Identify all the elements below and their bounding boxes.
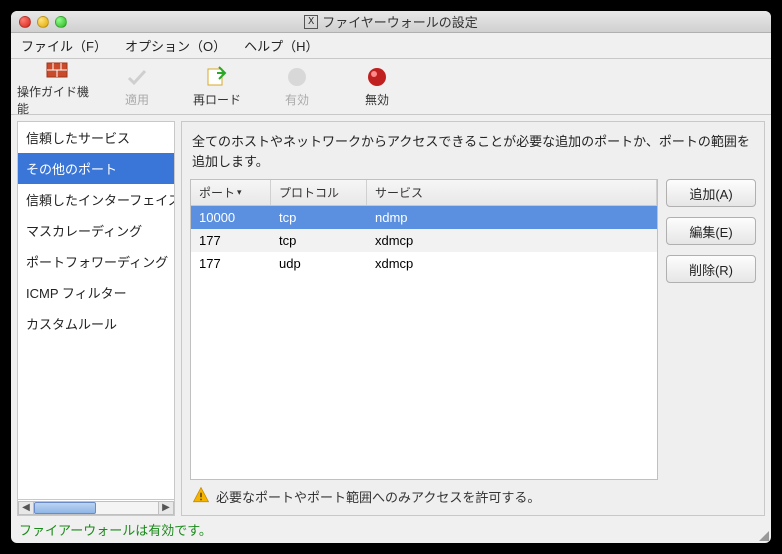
table-row[interactable]: 177udpxdmcp bbox=[191, 252, 657, 275]
sidebar: 信頼したサービスその他のポート信頼したインターフェイスマスカレーディングポートフ… bbox=[17, 121, 175, 516]
check-icon bbox=[125, 65, 149, 89]
column-protocol[interactable]: プロトコル bbox=[271, 180, 367, 205]
minimize-window-button[interactable] bbox=[37, 16, 49, 28]
warning-text: 必要なポートやポート範囲へのみアクセスを許可する。 bbox=[216, 487, 540, 506]
apply-label: 適用 bbox=[125, 91, 149, 108]
column-port[interactable]: ポート▾ bbox=[191, 180, 271, 205]
sidebar-item[interactable]: 信頼したサービス bbox=[18, 122, 174, 153]
scroll-right-icon[interactable]: ▶ bbox=[158, 501, 174, 515]
apply-button: 適用 bbox=[97, 65, 177, 108]
disable-button[interactable]: 無効 bbox=[337, 65, 417, 108]
sidebar-item[interactable]: ICMP フィルター bbox=[18, 277, 174, 308]
zoom-window-button[interactable] bbox=[55, 16, 67, 28]
sidebar-item[interactable]: ポートフォワーディング bbox=[18, 246, 174, 277]
remove-button[interactable]: 削除(R) bbox=[666, 255, 756, 283]
wizard-button[interactable]: 操作ガイド機能 bbox=[17, 57, 97, 117]
enable-button: 有効 bbox=[257, 65, 337, 108]
warning-row: 必要なポートやポート範囲へのみアクセスを許可する。 bbox=[190, 480, 756, 507]
resize-handle[interactable] bbox=[757, 529, 769, 541]
reload-label: 再ロード bbox=[193, 91, 241, 108]
close-window-button[interactable] bbox=[19, 16, 31, 28]
disable-label: 無効 bbox=[365, 91, 389, 108]
enable-label: 有効 bbox=[285, 91, 309, 108]
description-text: 全てのホストやネットワークからアクセスできることが必要な追加のポートか、ポートの… bbox=[190, 130, 756, 179]
reload-button[interactable]: 再ロード bbox=[177, 65, 257, 108]
table-row[interactable]: 10000tcpndmp bbox=[191, 206, 657, 229]
wizard-label: 操作ガイド機能 bbox=[17, 83, 97, 117]
sidebar-item[interactable]: カスタムルール bbox=[18, 308, 174, 339]
sidebar-item[interactable]: 信頼したインターフェイス bbox=[18, 184, 174, 215]
window-title: X ファイヤーウォールの設定 bbox=[67, 12, 715, 31]
edit-button[interactable]: 編集(E) bbox=[666, 217, 756, 245]
add-button[interactable]: 追加(A) bbox=[666, 179, 756, 207]
sidebar-scrollbar[interactable]: ◀ ▶ bbox=[18, 499, 174, 515]
disable-icon bbox=[365, 65, 389, 89]
ports-table: ポート▾ プロトコル サービス 10000tcpndmp177tcpxdmcp1… bbox=[190, 179, 658, 480]
toolbar: 操作ガイド機能 適用 再ロード 有効 無効 bbox=[11, 59, 771, 115]
menu-file[interactable]: ファイル（F） bbox=[21, 36, 107, 55]
x11-icon: X bbox=[304, 15, 318, 29]
menu-options[interactable]: オプション（O） bbox=[125, 36, 226, 55]
menubar: ファイル（F） オプション（O） ヘルプ（H） bbox=[11, 33, 771, 59]
column-service[interactable]: サービス bbox=[367, 180, 657, 205]
status-bar: ファイアーウォールは有効です。 bbox=[11, 518, 771, 543]
table-row[interactable]: 177tcpxdmcp bbox=[191, 229, 657, 252]
scroll-left-icon[interactable]: ◀ bbox=[18, 501, 34, 515]
warning-icon bbox=[192, 486, 210, 507]
sort-indicator-icon: ▾ bbox=[237, 187, 242, 198]
sidebar-item[interactable]: マスカレーディング bbox=[18, 215, 174, 246]
firewall-icon bbox=[45, 57, 69, 81]
reload-icon bbox=[205, 65, 229, 89]
titlebar: X ファイヤーウォールの設定 bbox=[11, 11, 771, 33]
menu-help[interactable]: ヘルプ（H） bbox=[244, 36, 318, 55]
sidebar-item[interactable]: その他のポート bbox=[18, 153, 174, 184]
enable-icon bbox=[285, 65, 309, 89]
